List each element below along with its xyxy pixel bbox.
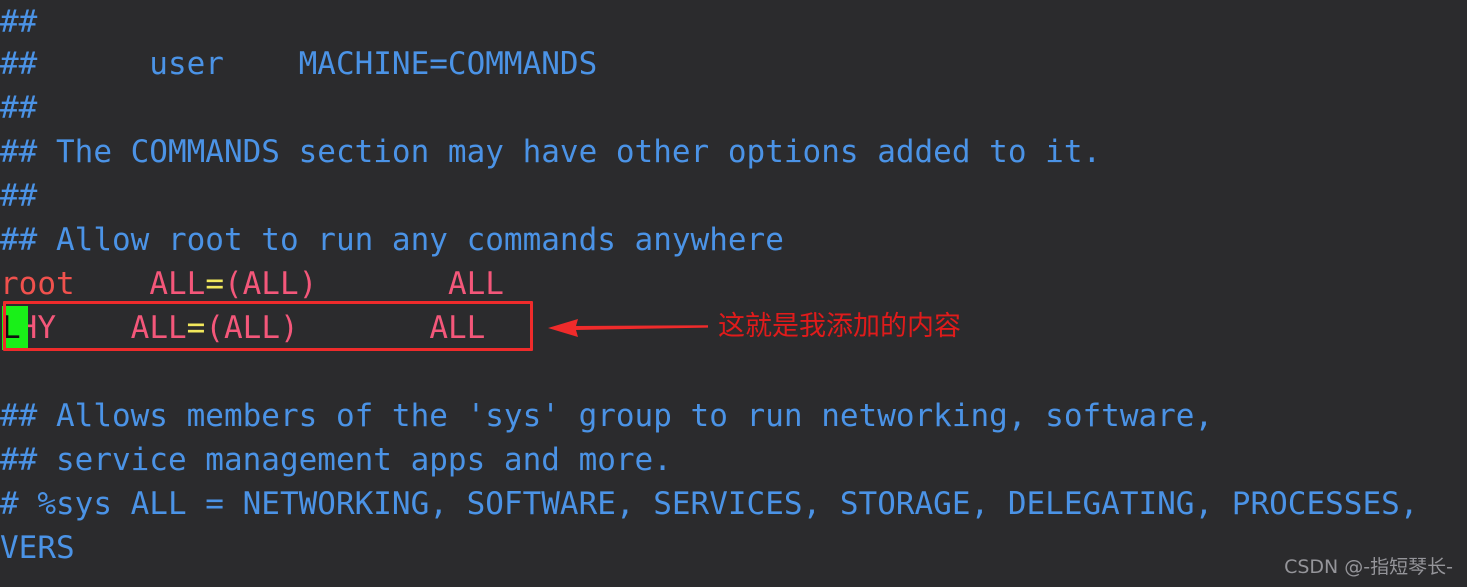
rule-commands-root: ALL: [447, 266, 504, 302]
editor-line-1: ##: [0, 4, 38, 40]
annotation-callout-text: 这就是我添加的内容: [718, 311, 961, 342]
rule-gap-root: [317, 266, 448, 302]
editor-line-4: ## The COMMANDS section may have other o…: [0, 134, 1102, 170]
rule-user-root: root: [0, 266, 75, 302]
editor-line-5: ##: [0, 178, 38, 214]
editor-line-3: ##: [0, 90, 38, 126]
editor-line-9-blank: [0, 350, 1467, 394]
watermark: CSDN @-指短琴长-: [1284, 556, 1453, 578]
editor-line-11: ## service management apps and more.: [0, 442, 672, 478]
editor-line-2: ## user MACHINE=COMMANDS: [0, 46, 598, 82]
editor-line-13-wrap: VERS: [0, 530, 75, 566]
annotation-highlight-box: [3, 301, 533, 351]
rule-spacer-root: [75, 266, 150, 302]
screenshot-root: ## ## user MACHINE=COMMANDS ## ## The CO…: [0, 0, 1467, 587]
terminal-editor[interactable]: ## ## user MACHINE=COMMANDS ## ## The CO…: [0, 0, 1467, 587]
editor-line-12: # %sys ALL = NETWORKING, SOFTWARE, SERVI…: [0, 486, 1419, 522]
rule-runas-root: (ALL): [223, 266, 318, 302]
rule-host-root: ALL: [149, 266, 206, 302]
editor-line-7-root-rule: root ALL=(ALL) ALL: [0, 262, 1467, 306]
editor-line-10: ## Allows members of the 'sys' group to …: [0, 398, 1214, 434]
editor-line-6: ## Allow root to run any commands anywhe…: [0, 222, 784, 258]
rule-equals-root: =: [205, 266, 224, 302]
